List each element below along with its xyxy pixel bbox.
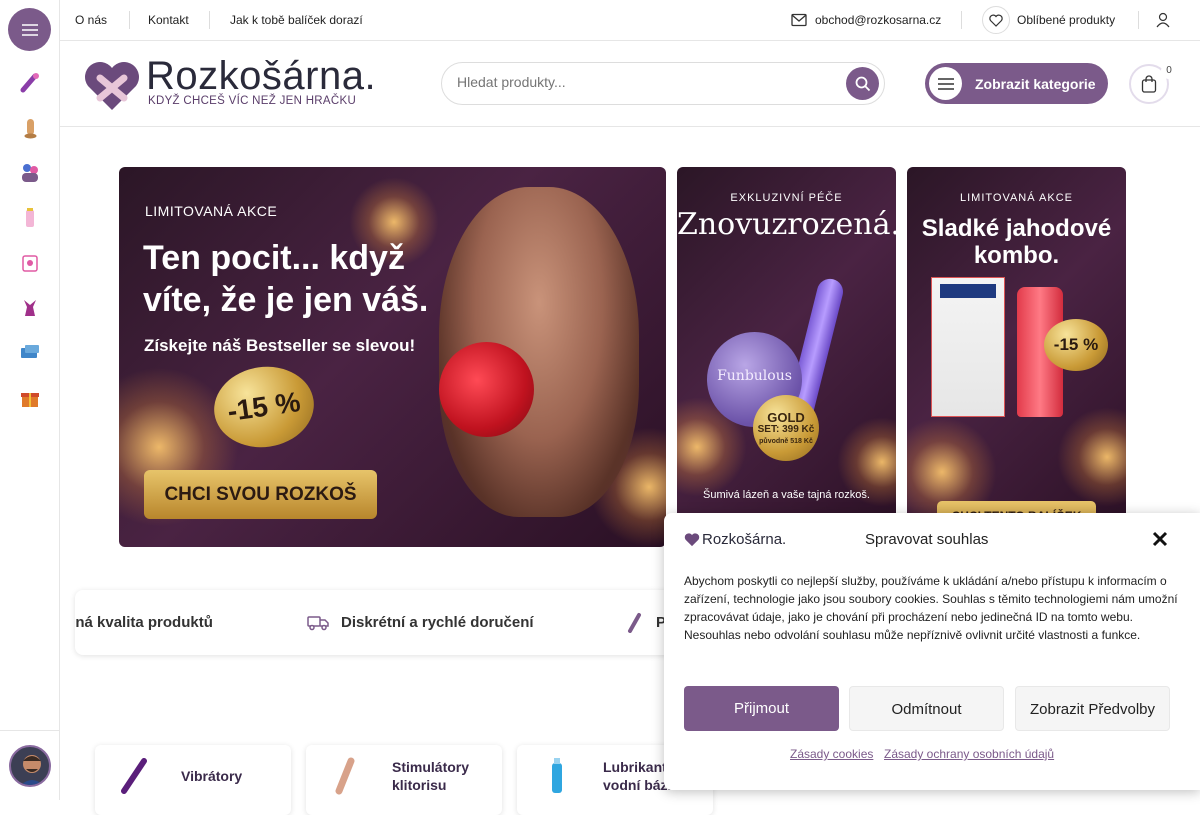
banner-kicker: LIMITOVANÁ AKCE (145, 203, 278, 219)
header: Rozkošárna. KDYŽ CHCEŠ VÍC NEŽ JEN HRAČK… (60, 41, 1200, 127)
search-button[interactable] (846, 67, 879, 100)
top-bar: O nás Kontakt Jak k tobě balíček dorazí … (60, 0, 1200, 41)
banner-subline: Získejte náš Bestseller se slevou! (144, 336, 416, 355)
about-link[interactable]: O nás (75, 13, 107, 27)
banner-headline: Znovuzrozená. (677, 207, 896, 242)
support-avatar[interactable] (9, 745, 51, 787)
banner-kicker: LIMITOVANÁ AKCE (959, 192, 1073, 204)
heart-icon[interactable] (982, 6, 1010, 34)
banner-cta-button[interactable]: CHCI SVOU ROZKOŠ (144, 470, 377, 519)
brand-heart-logo[interactable] (82, 58, 142, 112)
accept-button[interactable]: Přijmout (684, 686, 839, 731)
brand-tagline: KDYŽ CHCEŠ VÍC NEŽ JEN HRAČKU (148, 95, 357, 107)
cookie-consent-dialog: Rozkošárna. Spravovat souhlas Abychom po… (664, 513, 1200, 790)
hamburger-icon (21, 23, 38, 36)
gift-icon[interactable] (18, 386, 42, 410)
delivery-link[interactable]: Jak k tobě balíček dorazí (230, 13, 363, 27)
cookie-policy-link[interactable]: Zásady cookies (790, 747, 873, 761)
privacy-policy-link[interactable]: Zásady ochrany osobních údajů (884, 747, 1054, 761)
discount-badge: -15 % (1044, 319, 1108, 371)
contact-link[interactable]: Kontakt (148, 13, 189, 27)
divider (961, 11, 962, 29)
favorites-link[interactable]: Oblíbené produkty (1017, 13, 1115, 27)
vibrator-icon[interactable] (18, 71, 42, 95)
banner-headline: Ten pocit... když víte, že je jen váš. (143, 239, 429, 319)
mail-icon (791, 13, 807, 27)
product-name: Funbulous (717, 368, 792, 384)
lubricant-icon[interactable] (18, 206, 42, 230)
divider (129, 11, 130, 29)
email-link[interactable]: obchod@rozkosarna.cz (815, 13, 941, 27)
divider (1138, 11, 1139, 29)
usp-strip: ená kvalita produktů Diskrétní a rychlé … (75, 590, 695, 655)
category-card-clitoris-stimulators[interactable]: Stimulátory klitorisu (306, 745, 502, 815)
deny-button[interactable]: Odmítnout (849, 686, 1004, 731)
preferences-button[interactable]: Zobrazit Předvolby (1015, 686, 1170, 731)
lingerie-icon[interactable] (18, 296, 42, 320)
hamburger-icon (929, 67, 962, 100)
category-label: Stimulátory klitorisu (392, 759, 470, 793)
delivery-truck-icon (307, 616, 329, 631)
shopping-bag-icon (1141, 75, 1157, 93)
sidebar-footer (0, 730, 60, 800)
divider (209, 11, 210, 29)
show-categories-button[interactable]: Zobrazit kategorie (925, 63, 1108, 104)
bdsm-icon[interactable] (18, 341, 42, 365)
banner-headline: Sladké jahodové kombo. (921, 215, 1112, 269)
brand-name[interactable]: Rozkošárna. (146, 54, 376, 99)
usp-delivery: Diskrétní a rychlé doručení (341, 614, 534, 631)
couples-icon[interactable] (18, 161, 42, 185)
user-icon[interactable] (1156, 12, 1170, 28)
search-icon (855, 76, 870, 91)
dialog-body: Abychom poskytli co nejlepší služby, pou… (684, 574, 1178, 642)
close-dialog-button[interactable] (1150, 529, 1170, 549)
search-input[interactable] (457, 74, 837, 90)
close-icon (1152, 531, 1168, 547)
promo-banner-third[interactable]: LIMITOVANÁ AKCE Sladké jahodové kombo. -… (907, 167, 1126, 547)
gold-set-badge: GOLD SET: 399 Kč původně 518 Kč (753, 395, 819, 461)
badge-note: původně 518 Kč (759, 438, 813, 445)
usp-quality: ená kvalita produktů (75, 614, 213, 631)
vibrator-outline-icon (628, 613, 641, 633)
stimulator-icon (326, 755, 366, 795)
promo-banner-second[interactable]: EXKLUZIVNÍ PÉČE Znovuzrozená. Funbulous … (677, 167, 896, 547)
condom-box-photo (931, 277, 1005, 417)
search-bar (441, 62, 885, 105)
dildo-icon[interactable] (18, 116, 42, 140)
banner-footer: Šumivá lázeň a vaše tajná rozkoš. (703, 489, 870, 501)
vibrator-icon (115, 755, 155, 795)
sidebar (0, 0, 60, 800)
lubricant-bottle-icon (537, 755, 577, 795)
badge-price: SET: 399 Kč (757, 424, 815, 435)
brand-heart-logo (684, 533, 700, 547)
cart-count-badge: 0 (1161, 63, 1177, 79)
badge-title: GOLD (767, 410, 805, 425)
promo-banner-main[interactable]: LIMITOVANÁ AKCE Ten pocit... když víte, … (119, 167, 666, 547)
condom-icon[interactable] (18, 251, 42, 275)
category-label: Vibrátory (181, 768, 243, 784)
dialog-title: Spravovat souhlas (865, 531, 989, 548)
category-card-vibrators[interactable]: Vibrátory (95, 745, 291, 815)
rose-vibrator-photo (439, 342, 534, 437)
menu-toggle-button[interactable] (8, 8, 51, 51)
show-categories-label: Zobrazit kategorie (975, 76, 1096, 92)
dialog-brand: Rozkošárna. (702, 531, 787, 548)
banner-kicker: EXKLUZIVNÍ PÉČE (730, 192, 843, 204)
